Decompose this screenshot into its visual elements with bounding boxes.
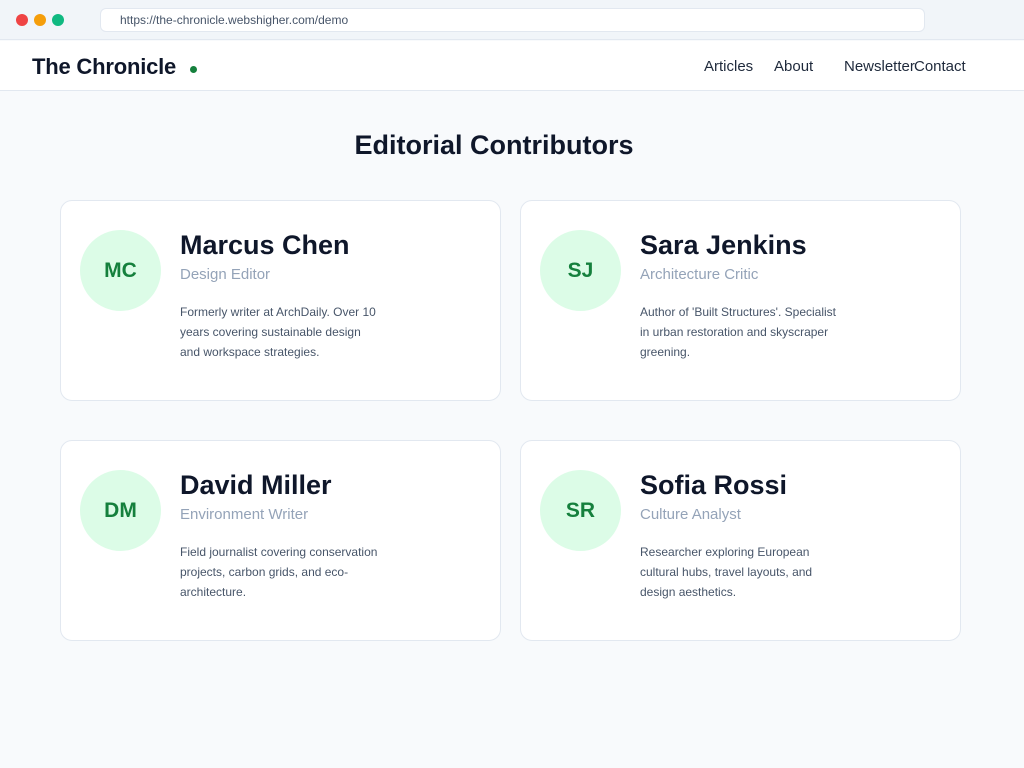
nav-link-contact[interactable]: Contact xyxy=(914,58,966,75)
contributor-bio: Formerly writer at ArchDaily. Over 10 ye… xyxy=(180,305,376,359)
address-bar[interactable]: https://the-chronicle.webshigher.com/dem… xyxy=(100,8,925,32)
contributor-card: MC Marcus Chen Design Editor Formerly wr… xyxy=(60,200,501,401)
contributor-bio: Researcher exploring European cultural h… xyxy=(640,545,813,599)
contributor-name: David Miller xyxy=(180,470,332,500)
avatar: MC xyxy=(80,230,161,311)
contributor-bio: Author of 'Built Structures'. Specialist… xyxy=(640,305,837,359)
contributor-card: SJ Sara Jenkins Architecture Critic Auth… xyxy=(520,200,961,401)
page-title: Editorial Contributors xyxy=(354,130,634,160)
browser-toolbar: https://the-chronicle.webshigher.com/dem… xyxy=(0,0,1024,40)
maximize-window-button[interactable] xyxy=(52,14,64,26)
nav-link-articles[interactable]: Articles xyxy=(704,58,753,75)
contributor-role: Environment Writer xyxy=(180,506,309,523)
brand-dot-icon xyxy=(190,66,197,73)
minimize-window-button[interactable] xyxy=(34,14,46,26)
contributor-role: Design Editor xyxy=(180,266,271,283)
nav-link-about[interactable]: About xyxy=(774,58,813,75)
contributor-card: DM David Miller Environment Writer Field… xyxy=(60,440,501,641)
contributor-bio: Field journalist covering conservation p… xyxy=(180,545,378,599)
contributor-name: Sofia Rossi xyxy=(640,470,788,500)
contributor-name: Sara Jenkins xyxy=(640,230,807,260)
close-window-button[interactable] xyxy=(16,14,28,26)
contributor-role: Architecture Critic xyxy=(640,266,759,283)
contributor-name: Marcus Chen xyxy=(180,230,350,260)
avatar: SR xyxy=(540,470,621,551)
nav-link-newsletter[interactable]: Newsletter xyxy=(844,58,915,75)
contributor-card: SR Sofia Rossi Culture Analyst Researche… xyxy=(520,440,961,641)
avatar: SJ xyxy=(540,230,621,311)
contributor-role: Culture Analyst xyxy=(640,506,741,523)
site-header: The Chronicle Articles About Newsletter … xyxy=(0,41,1024,91)
site-logo[interactable]: The Chronicle xyxy=(32,54,176,80)
avatar: DM xyxy=(80,470,161,551)
